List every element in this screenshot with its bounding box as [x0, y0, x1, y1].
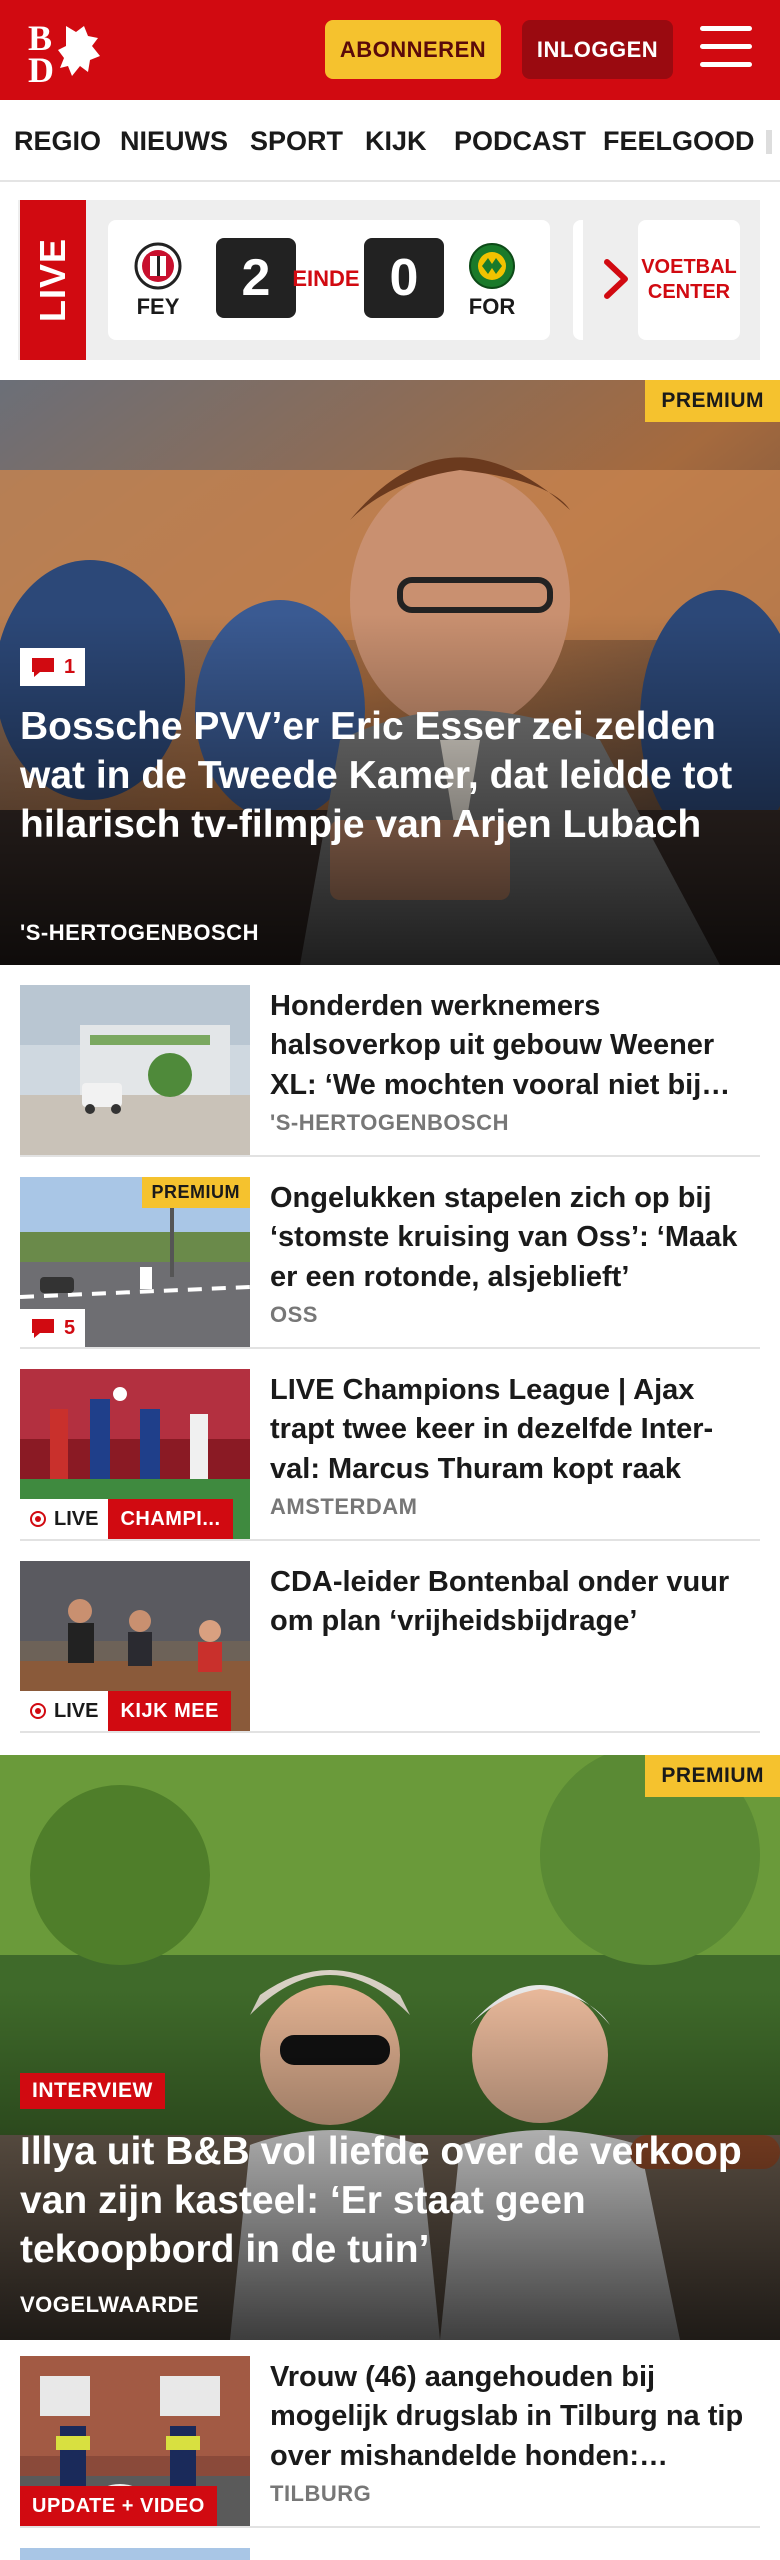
comment-count-chip[interactable]: 1 — [20, 648, 86, 686]
hero-article-2[interactable]: PREMIUM INTERVIEW Illya uit B&B vol lief… — [0, 1755, 780, 2340]
live-chip: LIVE — [20, 1499, 109, 1539]
comment-icon — [32, 658, 54, 677]
article-title-3[interactable]: LIVE Champions League | Ajax trapt twee … — [270, 1371, 760, 1489]
feyenoord-logo-icon — [134, 242, 182, 290]
voetbal-center-button[interactable]: VOETBAL CENTER — [638, 220, 740, 340]
comment-icon — [32, 1319, 54, 1338]
logo-letter-d: D — [28, 50, 54, 84]
article-item-2[interactable]: PREMIUM 5 Ongelukken stapelen zich op bi… — [20, 1177, 760, 1349]
login-button[interactable]: INLOGGEN — [522, 20, 673, 79]
article-item-3[interactable]: LIVE CHAMPI... LIVE Champions League | A… — [20, 1369, 760, 1541]
subscribe-button[interactable]: ABONNEREN — [325, 20, 501, 79]
building-image — [20, 985, 250, 1155]
next-match-card-edge[interactable] — [573, 220, 583, 340]
article-title-5[interactable]: Vrouw (46) aangehouden bij mogelijk drug… — [270, 2358, 760, 2476]
article-thumb-1 — [20, 985, 250, 1155]
live-label-group: LIVE CHAMPI... — [20, 1499, 233, 1539]
comment-count: 5 — [64, 1316, 76, 1339]
premium-badge: PREMIUM — [645, 1755, 780, 1797]
site-header: B D ABONNEREN INLOGGEN — [0, 0, 780, 100]
update-video-tag: UPDATE + VIDEO — [20, 2486, 217, 2526]
article-title-2[interactable]: Ongelukken stapelen zich op bij ‘stomste… — [270, 1179, 760, 1297]
comment-count-chip[interactable]: 5 — [20, 1309, 86, 1347]
nav-item-podcast[interactable]: PODCAST — [454, 126, 586, 157]
article-thumb-3: LIVE CHAMPI... — [20, 1369, 250, 1539]
category-nav: REGIO NIEUWS SPORT KIJK PODCAST FEELGOOD — [0, 100, 780, 182]
match-status: EINDE — [292, 266, 360, 291]
article-location-2: OSS — [270, 1302, 318, 1327]
hero-location: VOGELWAARDE — [20, 2292, 200, 2317]
article-thumb-4: LIVE KIJK MEE — [20, 1561, 250, 1731]
hero-title[interactable]: Bossche PVV’er Eric Esser zei zelden wat… — [20, 702, 760, 849]
article-thumb-5: UPDATE + VIDEO — [20, 2356, 250, 2526]
article-location-5: TILBURG — [270, 2481, 372, 2506]
watch-tag[interactable]: KIJK MEE — [108, 1691, 231, 1731]
live-score-bar: LIVE FEY 2 EINDE 0 FOR VOETBAL CENTER — [18, 200, 760, 360]
article-item-1[interactable]: Honderden werknemers halsoverkop uit geb… — [20, 985, 760, 1157]
nav-item-sport[interactable]: SPORT — [250, 126, 343, 157]
lion-icon — [58, 26, 100, 76]
premium-badge: PREMIUM — [141, 1177, 250, 1208]
article-title-1[interactable]: Honderden werknemers halsoverkop uit geb… — [270, 987, 760, 1105]
hero-title[interactable]: Illya uit B&B vol liefde over de verkoop… — [20, 2127, 760, 2274]
premium-badge: PREMIUM — [645, 380, 780, 422]
away-score: 0 — [364, 238, 444, 318]
live-chip: LIVE — [20, 1691, 109, 1731]
article-thumb-6-partial[interactable] — [20, 2548, 250, 2560]
nav-item-nieuws[interactable]: NIEUWS — [120, 126, 228, 157]
bd-logo[interactable]: B D — [26, 16, 116, 90]
live-dot-icon — [30, 1511, 46, 1527]
menu-icon[interactable] — [700, 26, 752, 72]
article-title-4[interactable]: CDA-leider Bontenbal onder vuur om plan … — [270, 1563, 760, 1642]
live-tab[interactable]: LIVE — [20, 200, 86, 360]
article-location-3: AMSTERDAM — [270, 1494, 418, 1519]
fortuna-logo-icon — [469, 243, 515, 289]
article-item-5[interactable]: UPDATE + VIDEO Vrouw (46) aangehouden bi… — [20, 2356, 760, 2528]
live-label-group: LIVE KIJK MEE — [20, 1691, 231, 1731]
hero-location: 'S-HERTOGENBOSCH — [20, 920, 259, 945]
category-tag: CHAMPI... — [108, 1499, 233, 1539]
home-score: 2 — [216, 238, 296, 318]
hero-article-1[interactable]: PREMIUM 1 Bossche PVV’er Eric Esser zei … — [0, 380, 780, 965]
article-item-4[interactable]: LIVE KIJK MEE CDA-leider Bontenbal onder… — [20, 1561, 760, 1733]
nav-item-regio[interactable]: REGIO — [14, 126, 101, 157]
nav-item-kijk[interactable]: KIJK — [365, 126, 427, 157]
away-team-name: FOR — [468, 294, 516, 319]
comment-count: 1 — [64, 655, 76, 678]
nav-item-feelgood[interactable]: FEELGOOD — [603, 126, 755, 157]
interview-tag: INTERVIEW — [20, 2073, 165, 2109]
match-card[interactable]: FEY 2 EINDE 0 FOR — [108, 220, 550, 340]
chevron-right-icon[interactable] — [593, 254, 643, 304]
article-thumb-2: PREMIUM 5 — [20, 1177, 250, 1347]
article-location-1: 'S-HERTOGENBOSCH — [270, 1110, 509, 1135]
nav-overflow-hint — [766, 130, 772, 154]
live-dot-icon — [30, 1703, 46, 1719]
home-team-name: FEY — [136, 294, 180, 319]
